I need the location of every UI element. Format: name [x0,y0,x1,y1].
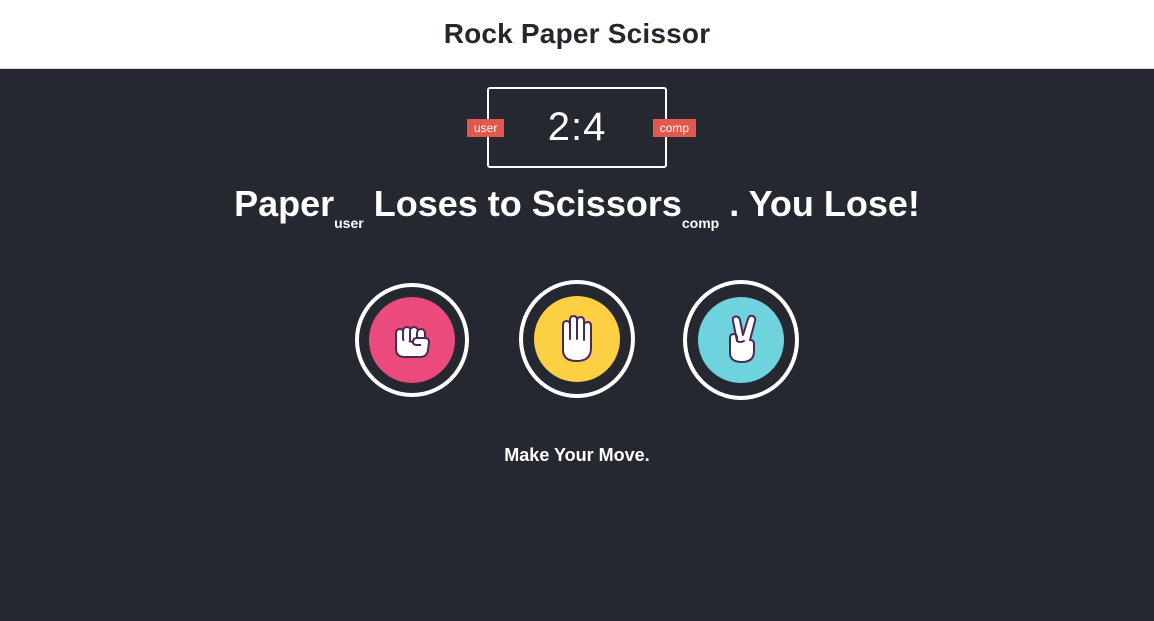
user-choice-tag: user [334,215,364,232]
user-badge: user [467,119,505,137]
rock-button[interactable] [355,283,469,397]
open-hand-icon [562,315,592,362]
scoreboard: user 2:4 comp [467,87,696,168]
comp-choice-text: Scissors [531,183,682,224]
result-message: Paperuser Loses to Scissorscomp . You Lo… [0,183,1154,231]
comp-score: 4 [583,105,607,149]
rock-circle [369,297,455,383]
paper-circle [534,296,620,382]
scissors-button[interactable] [683,280,799,400]
score-display: 2:4 [548,105,607,150]
move-prompt: Make Your Move. [504,445,650,465]
paper-button[interactable] [519,280,635,398]
page-header: Rock Paper Scissor [0,0,1154,69]
peace-sign-icon [729,314,757,363]
score-separator: : [570,105,584,149]
result-verb: Loses to [373,183,522,224]
user-score: 2 [547,105,571,149]
user-choice-text: Paper [234,183,335,224]
comp-badge: comp [652,119,696,137]
comp-choice-tag: comp [681,215,720,232]
page-title: Rock Paper Scissor [443,18,711,49]
result-outcome: . You Lose! [729,183,920,224]
fist-icon [395,326,430,358]
choice-buttons [0,280,1154,402]
scissors-circle [698,297,784,383]
